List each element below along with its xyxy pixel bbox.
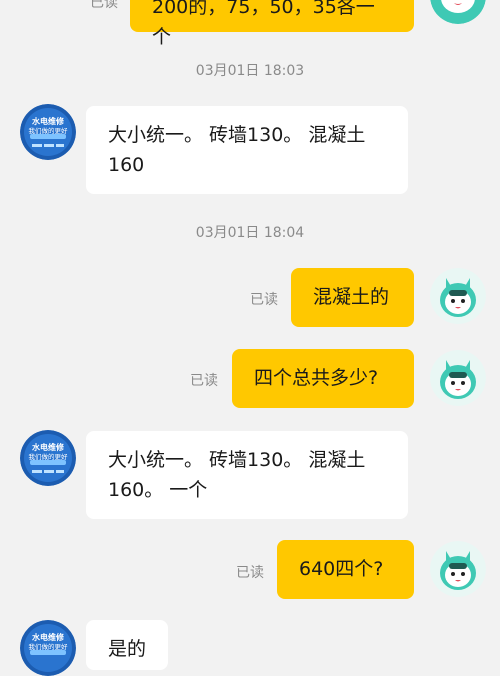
svg-text:我们做的更好: 我们做的更好 <box>29 126 69 135</box>
message-bubble-outgoing[interactable]: 四个总共多少? <box>232 349 414 408</box>
svg-text:我们做的更好: 我们做的更好 <box>29 452 69 461</box>
green-bunny-icon <box>430 541 486 597</box>
read-status: 已读 <box>190 373 218 389</box>
green-bunny-icon <box>430 268 486 324</box>
message-text: 混凝土的 <box>313 286 390 308</box>
timestamp: 03月01日 18:04 <box>195 225 305 241</box>
message-text: 大小统一。 砖墙130。 混凝土160。 一个 <box>108 449 366 501</box>
contact-avatar[interactable]: 水电维修 我们做的更好 <box>20 104 76 160</box>
green-bunny-icon <box>430 350 486 406</box>
message-text: 四个总共多少? <box>254 367 379 389</box>
shop-logo-avatar-icon: 水电维修 我们做的更好 <box>20 620 76 676</box>
shop-logo-avatar-icon: 水电维修 我们做的更好 <box>20 104 76 160</box>
svg-text:水电维修: 水电维修 <box>31 632 65 642</box>
contact-avatar[interactable]: 水电维修 我们做的更好 <box>20 620 76 676</box>
self-avatar[interactable] <box>430 541 486 597</box>
message-bubble-incoming[interactable]: 大小统一。 砖墙130。 混凝土160。 一个 <box>86 431 408 519</box>
message-text: 是的 <box>108 638 147 660</box>
read-status: 已读 <box>236 565 264 581</box>
message-bubble-outgoing[interactable]: 640四个? <box>277 540 414 599</box>
self-avatar[interactable] <box>430 350 486 406</box>
timestamp: 03月01日 18:03 <box>195 63 305 79</box>
message-bubble-outgoing[interactable]: 200的，75，50，35各一个 <box>130 0 414 48</box>
self-avatar[interactable] <box>430 0 486 24</box>
message-bubble-outgoing[interactable]: 混凝土的 <box>291 268 414 327</box>
read-status: 已读 <box>250 292 278 308</box>
green-bunny-icon <box>430 0 486 24</box>
message-text: 200的，75，50，35各一个 <box>152 0 375 48</box>
read-status: 已读 <box>90 0 118 11</box>
svg-text:我们做的更好: 我们做的更好 <box>29 642 69 651</box>
contact-avatar[interactable]: 水电维修 我们做的更好 <box>20 430 76 486</box>
shop-logo-avatar-icon: 水电维修 我们做的更好 <box>20 430 76 486</box>
self-avatar[interactable] <box>430 268 486 324</box>
message-bubble-incoming[interactable]: 大小统一。 砖墙130。 混凝土160 <box>86 106 408 194</box>
svg-text:水电维修: 水电维修 <box>31 116 65 126</box>
message-text: 640四个? <box>299 558 384 580</box>
message-text: 大小统一。 砖墙130。 混凝土160 <box>108 124 366 176</box>
svg-text:水电维修: 水电维修 <box>31 442 65 452</box>
